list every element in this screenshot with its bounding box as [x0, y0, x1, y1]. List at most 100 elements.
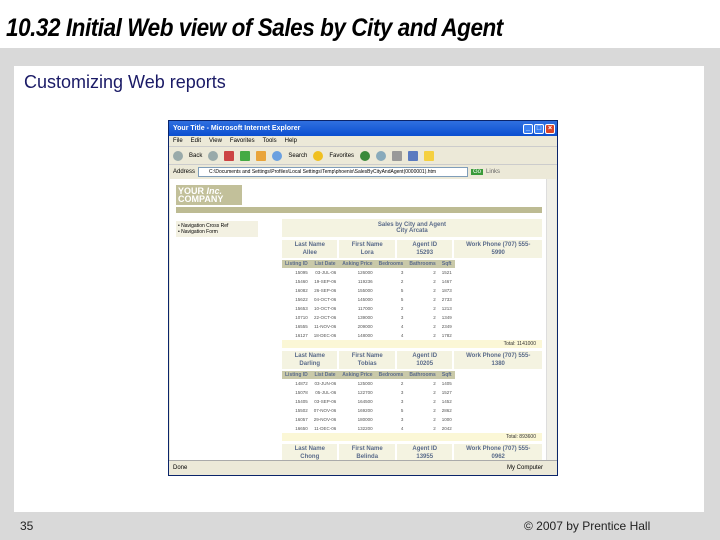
- maximize-button[interactable]: □: [534, 123, 544, 134]
- go-button[interactable]: Go: [471, 168, 484, 175]
- table-row: 16057 29-NOV-06 180000 3 2 1000: [282, 415, 455, 424]
- table-cell: 132200: [357, 426, 373, 431]
- listings-table: Listing ID List Date Asking Price Bedrooms B…: [282, 260, 455, 340]
- table-cell: 07-NOV-06: [313, 408, 337, 413]
- column-header: Listing ID: [282, 260, 311, 268]
- menu-file[interactable]: File: [173, 138, 183, 144]
- table-cell: 22-OCT-06: [314, 315, 337, 320]
- table-cell: 117000: [357, 306, 373, 311]
- edit-icon[interactable]: [408, 150, 419, 161]
- table-cell: 2: [433, 408, 436, 413]
- zone-text: My Computer: [506, 465, 543, 471]
- report-title: Sales by City and Agent City Arcata: [282, 219, 542, 237]
- nav-link[interactable]: • Navigation Form: [178, 229, 256, 235]
- table-cell: 2862: [441, 408, 452, 413]
- status-bar: Done My Computer: [169, 460, 557, 475]
- table-cell: 03-JUL-06: [315, 270, 337, 275]
- history-icon[interactable]: [360, 150, 371, 161]
- table-cell: 15653: [295, 306, 308, 311]
- window-title: Your Title - Microsoft Internet Explorer: [173, 125, 301, 132]
- mail-icon[interactable]: [376, 150, 387, 161]
- table-cell: 19-SEP-06: [314, 279, 337, 284]
- table-cell: 2: [433, 270, 436, 275]
- table-cell: 05-JUL-06: [315, 390, 337, 395]
- table-cell: 16057: [295, 417, 308, 422]
- address-input[interactable]: C:\Documents and Settings\Profiles\Local…: [198, 166, 469, 177]
- table-cell: 2: [433, 426, 436, 431]
- table-cell: 10710: [295, 315, 308, 320]
- table-cell: 2349: [441, 324, 452, 329]
- column-header: Listing ID: [282, 371, 311, 379]
- table-cell: 1405: [441, 381, 452, 386]
- table-cell: 3: [400, 399, 404, 404]
- table-cell: 2: [433, 324, 436, 329]
- table-cell: 145000: [357, 297, 373, 302]
- table-cell: 15460: [295, 279, 308, 284]
- table-row: 15078 05-JUL-06 122700 3 2 1527: [282, 388, 455, 397]
- table-cell: 16127: [295, 333, 308, 338]
- menu-help[interactable]: Help: [285, 138, 297, 144]
- table-cell: 2: [433, 297, 436, 302]
- table-cell: 2733: [441, 297, 452, 302]
- stop-icon[interactable]: [224, 150, 235, 161]
- close-button[interactable]: ×: [545, 123, 555, 134]
- menu-edit[interactable]: Edit: [191, 138, 201, 144]
- table-row: 15095 03-JUL-06 126000 3 2 1521: [282, 268, 455, 277]
- status-text: Done: [173, 465, 188, 471]
- column-header: Bedrooms: [375, 260, 407, 268]
- company-logo: YOUR Inc. COMPANY: [176, 185, 242, 205]
- column-header: Asking Price: [339, 260, 376, 268]
- menu-tools[interactable]: Tools: [263, 138, 277, 144]
- column-header: Bathrooms: [406, 371, 439, 379]
- column-header: Asking Price: [339, 371, 376, 379]
- table-cell: 16082: [295, 288, 308, 293]
- table-header: Listing ID List Date Asking Price Bedrooms B…: [282, 371, 455, 379]
- table-row: 16082 26-SEP-06 155000 5 2 1873: [282, 286, 455, 295]
- favorites-button[interactable]: Favorites: [329, 153, 354, 159]
- menu-view[interactable]: View: [209, 138, 222, 144]
- agent-header: Last Name Allee First Name Lora Agent ID 1529…: [282, 240, 543, 258]
- table-cell: 04-OCT-06: [314, 297, 337, 302]
- home-icon[interactable]: [256, 150, 267, 161]
- table-cell: 1452: [441, 399, 452, 404]
- search-button[interactable]: Search: [288, 153, 307, 159]
- table-cell: 16650: [295, 426, 308, 431]
- browser-window: Your Title - Microsoft Internet Explorer…: [168, 120, 558, 476]
- table-cell: 29-NOV-06: [313, 417, 337, 422]
- title-bar: Your Title - Microsoft Internet Explorer…: [169, 121, 557, 136]
- table-cell: 03-JUN-06: [314, 381, 337, 386]
- search-icon[interactable]: [272, 150, 283, 161]
- table-cell: 122700: [357, 390, 373, 395]
- table-cell: 26-SEP-06: [314, 288, 337, 293]
- table-cell: 164500: [357, 399, 373, 404]
- print-icon[interactable]: [392, 150, 403, 161]
- page-number: 35: [20, 519, 34, 533]
- back-button[interactable]: Back: [189, 153, 202, 159]
- table-cell: 3: [400, 315, 404, 320]
- vertical-scrollbar[interactable]: [546, 179, 556, 461]
- table-cell: 15095: [295, 270, 308, 275]
- table-cell: 15622: [295, 297, 308, 302]
- minimize-button[interactable]: _: [523, 123, 533, 134]
- agent-first: First Name Belinda: [339, 444, 395, 461]
- table-row: 15460 19-SEP-06 119236 2 2 1467: [282, 277, 455, 286]
- column-header: Bedrooms: [375, 371, 407, 379]
- table-cell: 1467: [441, 279, 452, 284]
- folder-icon[interactable]: [424, 150, 435, 161]
- refresh-icon[interactable]: [240, 150, 251, 161]
- menu-favorites[interactable]: Favorites: [230, 138, 255, 144]
- forward-icon[interactable]: [208, 150, 219, 161]
- agent-last: Last Name Chong: [282, 444, 338, 461]
- back-icon[interactable]: [173, 150, 183, 161]
- table-cell: 1349: [441, 315, 452, 320]
- table-cell: 1213: [441, 306, 452, 311]
- agent-header: Last Name Darling First Name Tobias Agent ID…: [282, 351, 543, 369]
- table-cell: 2042: [441, 426, 452, 431]
- agent-total: Total: 893600: [282, 433, 542, 441]
- table-row: 15622 04-OCT-06 145000 5 2 2733: [282, 295, 455, 304]
- favorites-icon[interactable]: [313, 150, 324, 161]
- links-button[interactable]: Links: [486, 169, 500, 175]
- agent-phone: Work Phone (707) 555- 1380: [454, 351, 543, 369]
- table-cell: 1000: [441, 417, 452, 422]
- table-cell: 2: [400, 306, 404, 311]
